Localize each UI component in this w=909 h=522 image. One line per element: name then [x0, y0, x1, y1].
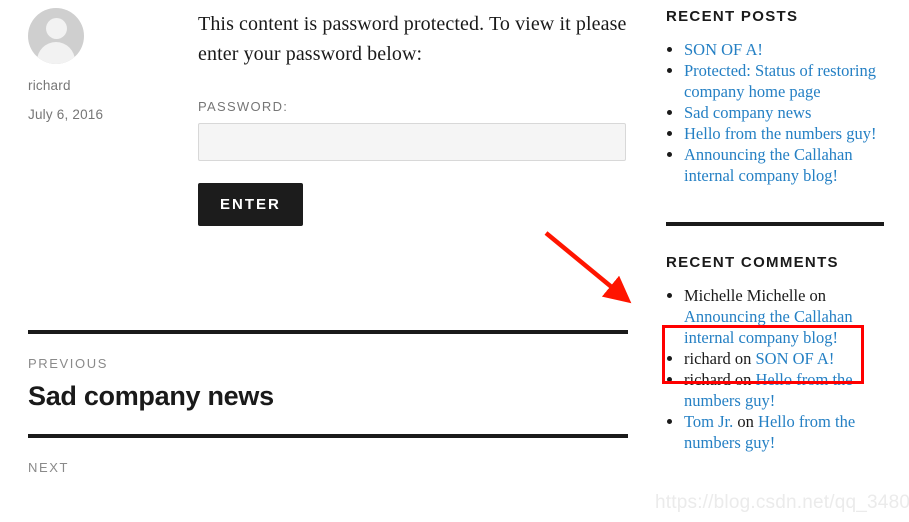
sidebar-divider	[666, 222, 884, 226]
nav-previous-title[interactable]: Sad company news	[28, 381, 628, 412]
list-item[interactable]: Protected: Status of restoring company h…	[684, 60, 884, 102]
recent-posts-title: RECENT POSTS	[666, 8, 799, 25]
list-item[interactable]: SON OF A!	[684, 39, 884, 60]
comment-author: Michelle Michelle	[684, 286, 806, 305]
recent-post-link[interactable]: Protected: Status of restoring company h…	[684, 61, 876, 101]
comment-on-word: on	[734, 370, 752, 389]
password-intro-text: This content is password protected. To v…	[198, 13, 627, 65]
recent-comments-list: Michelle Michelle on Announcing the Call…	[666, 285, 884, 453]
list-item[interactable]: richard on Hello from the numbers guy!	[684, 369, 884, 411]
watermark-text: https://blog.csdn.net/qq_34801745	[655, 492, 909, 513]
password-field-label: PASSWORD:	[198, 99, 289, 114]
password-protected-content: This content is password protected. To v…	[198, 0, 628, 226]
comment-author: richard	[684, 370, 731, 389]
red-arrow-annotation-icon	[544, 231, 632, 304]
recent-post-link[interactable]: Hello from the numbers guy!	[684, 124, 876, 143]
comment-post-link[interactable]: SON OF A!	[755, 349, 834, 368]
comment-on-word: on	[809, 286, 827, 305]
comment-post-link[interactable]: Announcing the Callahan internal company…	[684, 307, 853, 347]
post-meta-column: richard July 6, 2016	[28, 8, 178, 122]
nav-next-post[interactable]: NEXT	[28, 438, 628, 475]
password-input[interactable]	[198, 123, 626, 161]
post-author: richard	[28, 78, 71, 93]
comment-on-word: on	[734, 349, 752, 368]
list-item[interactable]: Sad company news	[684, 102, 884, 123]
widget-recent-posts: RECENT POSTS SON OF A! Protected: Status…	[666, 8, 884, 186]
list-item[interactable]: Michelle Michelle on Announcing the Call…	[684, 285, 884, 348]
recent-post-link[interactable]: Announcing the Callahan internal company…	[684, 145, 853, 185]
recent-post-link[interactable]: SON OF A!	[684, 40, 763, 59]
nav-previous-post[interactable]: PREVIOUS Sad company news	[28, 334, 628, 434]
nav-next-label: NEXT	[28, 460, 70, 475]
recent-post-link[interactable]: Sad company news	[684, 103, 811, 122]
recent-comments-title: RECENT COMMENTS	[666, 254, 839, 271]
nav-previous-label: PREVIOUS	[28, 356, 108, 371]
post-navigation: PREVIOUS Sad company news NEXT	[28, 330, 628, 475]
list-item[interactable]: Announcing the Callahan internal company…	[684, 144, 884, 186]
comment-author-link[interactable]: Tom Jr.	[684, 412, 733, 431]
recent-posts-list: SON OF A! Protected: Status of restoring…	[666, 39, 884, 186]
comment-author: richard	[684, 349, 731, 368]
avatar-head-shape	[45, 18, 67, 39]
post-date: July 6, 2016	[28, 107, 104, 122]
list-item[interactable]: richard on SON OF A!	[684, 348, 884, 369]
list-item[interactable]: Hello from the numbers guy!	[684, 123, 884, 144]
comment-on-word: on	[737, 412, 754, 431]
enter-button[interactable]: ENTER	[198, 183, 303, 226]
page-root: richard July 6, 2016 This content is pas…	[0, 0, 909, 522]
list-item[interactable]: Tom Jr. on Hello from the numbers guy!	[684, 411, 884, 453]
user-avatar-icon	[28, 8, 84, 64]
widget-recent-comments: RECENT COMMENTS Michelle Michelle on Ann…	[666, 254, 884, 453]
sidebar: RECENT POSTS SON OF A! Protected: Status…	[666, 0, 884, 453]
avatar-body-shape	[37, 42, 75, 64]
